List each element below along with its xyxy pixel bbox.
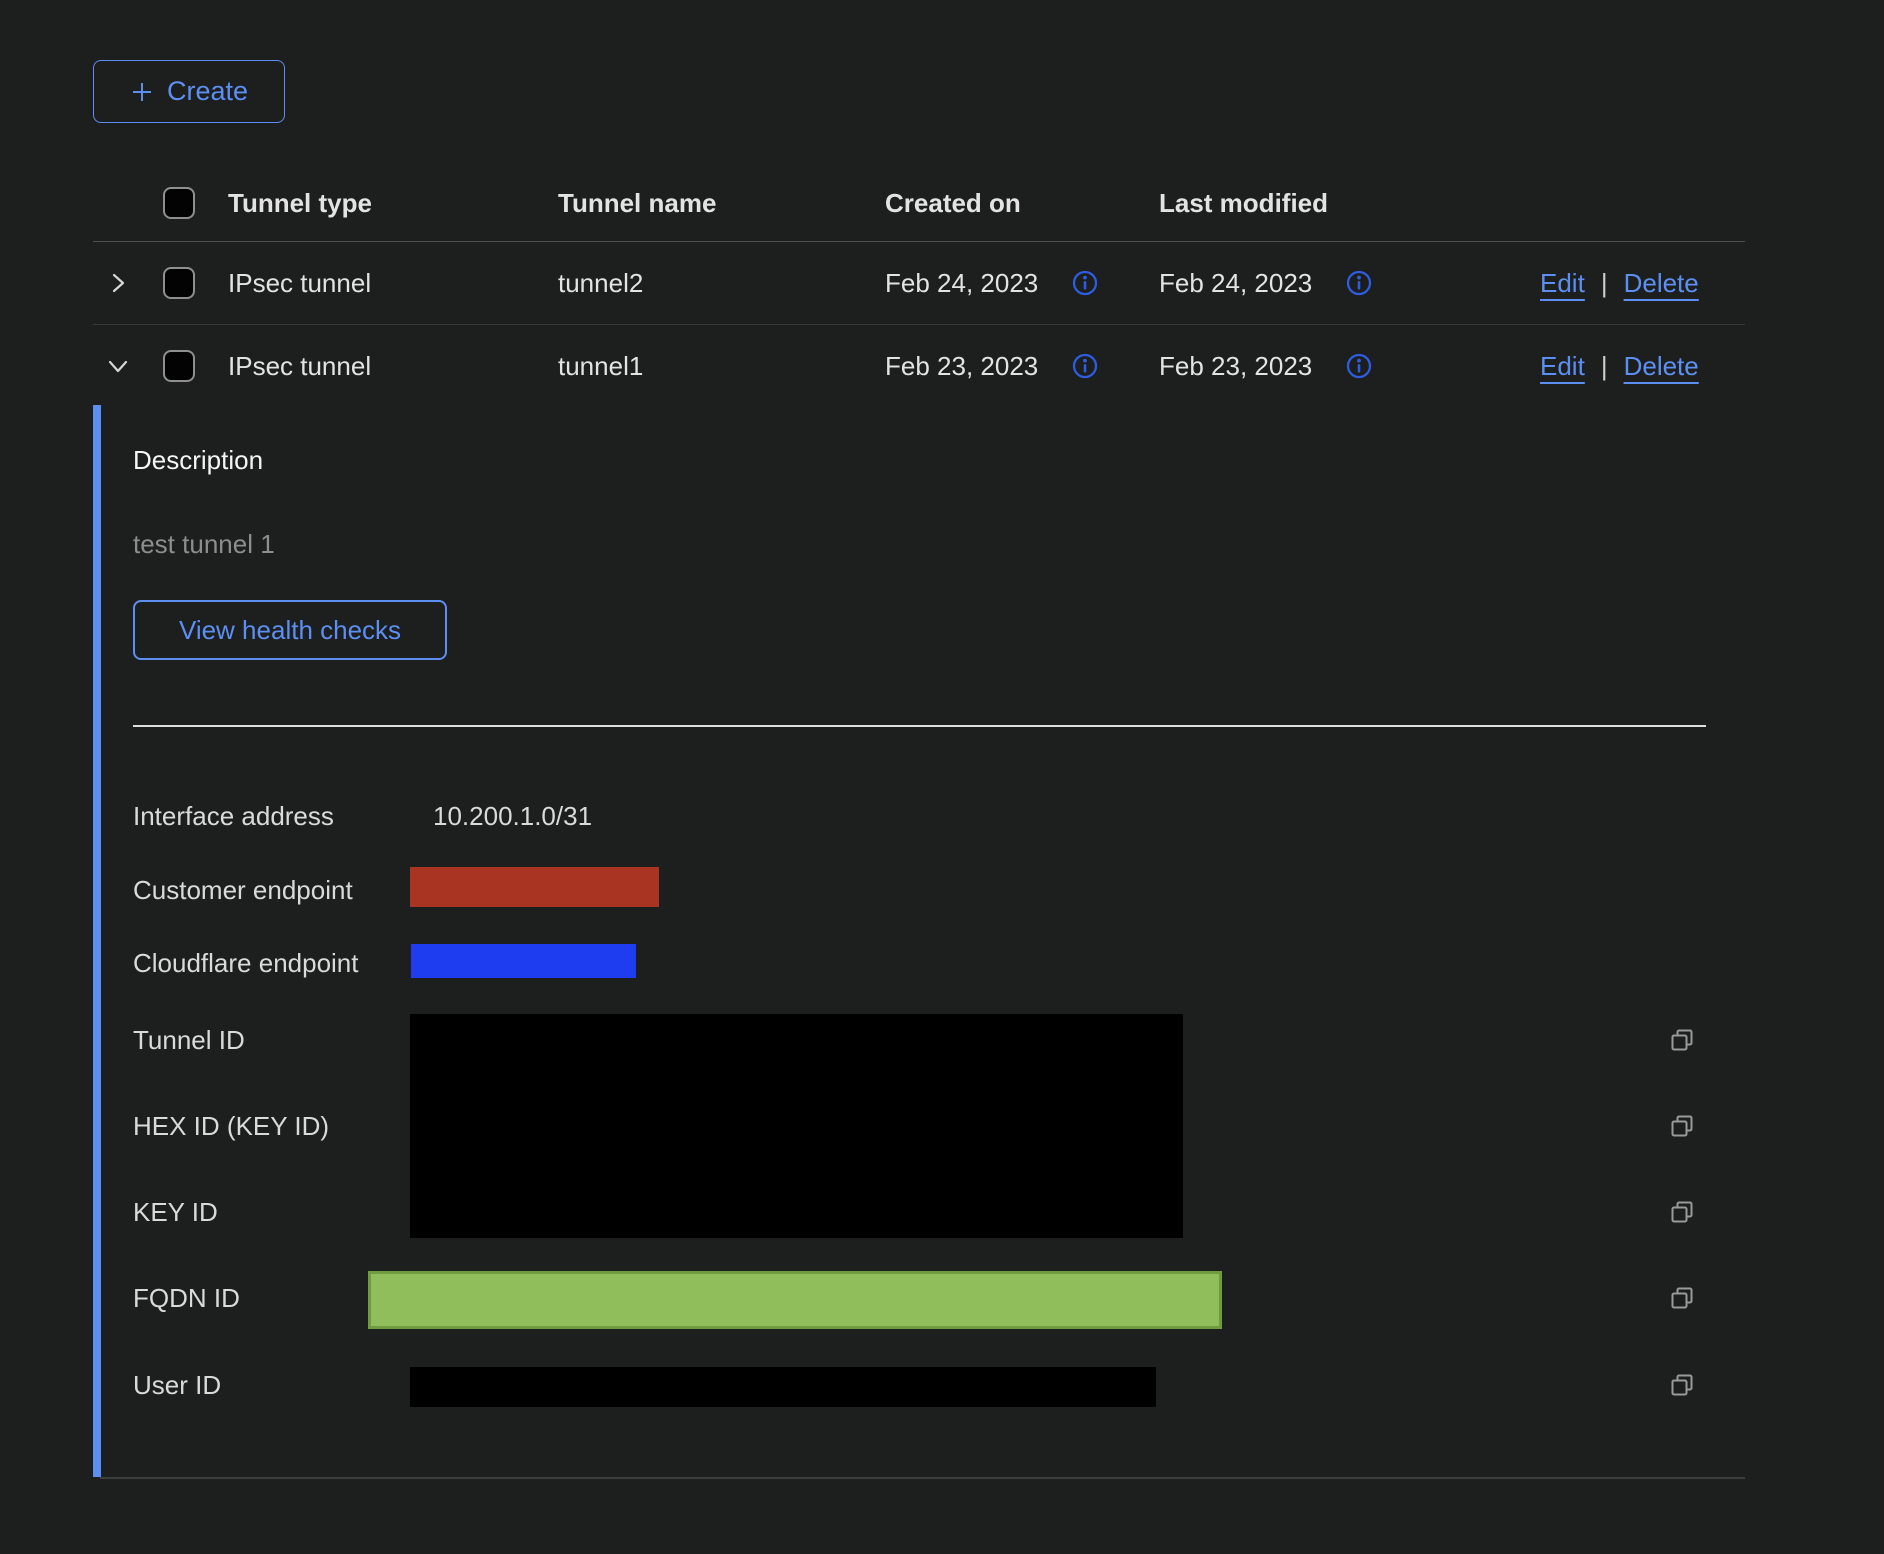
fqdn-id-redacted-value [368, 1271, 1222, 1329]
table-bottom-divider [100, 1477, 1745, 1479]
user-id-label: User ID [133, 1370, 221, 1400]
ipsec-tunnels-page: Create Tunnel type Tunnel name Created o… [0, 0, 1884, 1554]
row-checkbox-tunnel2[interactable] [163, 267, 195, 299]
column-header-created-on: Created on [885, 188, 1159, 219]
cloudflare-endpoint-label: Cloudflare endpoint [133, 948, 359, 978]
copy-button-key-id[interactable] [1669, 1199, 1695, 1225]
delete-link-tunnel1[interactable]: Delete [1624, 351, 1699, 382]
column-header-tunnel-type: Tunnel type [228, 188, 558, 219]
collapse-row-button[interactable] [103, 351, 133, 381]
tunnel-type-cell: IPsec tunnel [228, 351, 558, 382]
tunnel-id-label: Tunnel ID [133, 1025, 245, 1055]
info-icon[interactable] [1070, 268, 1100, 298]
copy-button-user-id[interactable] [1669, 1372, 1695, 1398]
customer-endpoint-redacted-value [410, 867, 659, 907]
create-button-label: Create [167, 76, 248, 107]
table-row-tunnel1: IPsec tunnel tunnel1 Feb 23, 2023 Feb 23… [93, 325, 1745, 407]
action-separator: | [1601, 351, 1608, 382]
section-divider [133, 725, 1706, 727]
copy-icon [1669, 1199, 1695, 1225]
create-button[interactable]: Create [93, 60, 285, 123]
tunnels-table: Tunnel type Tunnel name Created on Last … [93, 165, 1745, 407]
customer-endpoint-label: Customer endpoint [133, 875, 353, 905]
row-checkbox-tunnel1[interactable] [163, 350, 195, 382]
last-modified-value: Feb 23, 2023 [1159, 351, 1312, 382]
column-header-last-modified: Last modified [1159, 188, 1540, 219]
tunnel1-details-panel: Description test tunnel 1 View health ch… [93, 405, 1753, 1477]
delete-link-tunnel2[interactable]: Delete [1624, 268, 1699, 299]
created-on-value: Feb 23, 2023 [885, 351, 1038, 382]
copy-icon [1669, 1372, 1695, 1398]
info-icon[interactable] [1344, 268, 1374, 298]
copy-button-tunnel-id[interactable] [1669, 1027, 1695, 1053]
copy-button-hex-id[interactable] [1669, 1113, 1695, 1139]
view-health-checks-button[interactable]: View health checks [133, 600, 447, 660]
table-row-tunnel2: IPsec tunnel tunnel2 Feb 24, 2023 Feb 24… [93, 242, 1745, 325]
info-icon[interactable] [1344, 351, 1374, 381]
action-separator: | [1601, 268, 1608, 299]
copy-icon [1669, 1113, 1695, 1139]
tunnel-name-cell: tunnel2 [558, 268, 885, 299]
copy-icon [1669, 1027, 1695, 1053]
copy-icon [1669, 1285, 1695, 1311]
edit-link-tunnel2[interactable]: Edit [1540, 268, 1585, 299]
tunnel-name-cell: tunnel1 [558, 351, 885, 382]
plus-icon [130, 80, 154, 104]
hex-id-label: HEX ID (KEY ID) [133, 1111, 329, 1141]
edit-link-tunnel1[interactable]: Edit [1540, 351, 1585, 382]
cloudflare-endpoint-redacted-value [411, 944, 636, 978]
select-all-checkbox[interactable] [163, 187, 195, 219]
description-value: test tunnel 1 [133, 529, 275, 559]
key-id-label: KEY ID [133, 1197, 218, 1227]
interface-address-value: 10.200.1.0/31 [433, 801, 592, 831]
fqdn-id-label: FQDN ID [133, 1283, 240, 1313]
tunnel-type-cell: IPsec tunnel [228, 268, 558, 299]
chevron-right-icon [104, 269, 132, 297]
expand-row-button[interactable] [103, 268, 133, 298]
interface-address-label: Interface address [133, 801, 334, 831]
chevron-down-icon [104, 352, 132, 380]
user-id-redacted-value [410, 1367, 1156, 1407]
created-on-value: Feb 24, 2023 [885, 268, 1038, 299]
description-label: Description [133, 445, 263, 475]
copy-button-fqdn-id[interactable] [1669, 1285, 1695, 1311]
last-modified-value: Feb 24, 2023 [1159, 268, 1312, 299]
column-header-tunnel-name: Tunnel name [558, 188, 885, 219]
info-icon[interactable] [1070, 351, 1100, 381]
ids-redacted-value [410, 1014, 1183, 1238]
table-header-row: Tunnel type Tunnel name Created on Last … [93, 165, 1745, 242]
